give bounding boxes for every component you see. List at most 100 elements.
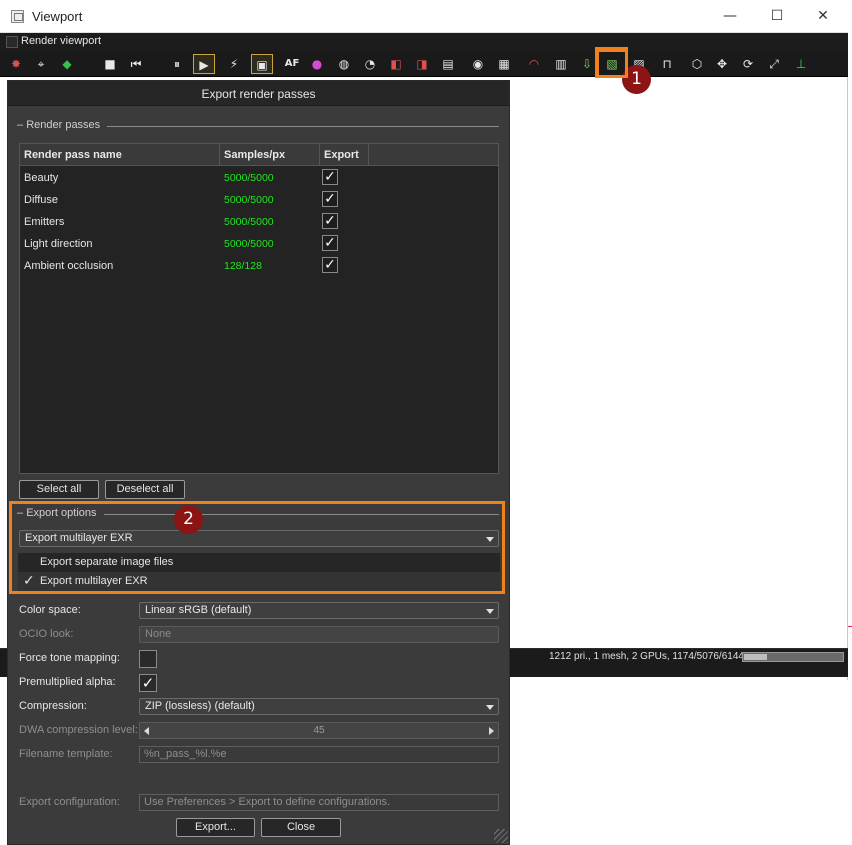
gauge-icon[interactable]: ◠ xyxy=(524,54,544,74)
export-image-icon[interactable]: ⇩ xyxy=(577,54,597,74)
app-icon xyxy=(11,10,24,23)
pass-name: Emitters xyxy=(24,216,65,228)
memory-bar xyxy=(742,652,844,662)
column-header-export[interactable]: Export xyxy=(320,144,369,166)
pass-samples: 5000/5000 xyxy=(224,216,274,228)
force-tone-mapping-checkbox[interactable] xyxy=(139,650,157,668)
pass-samples: 5000/5000 xyxy=(224,238,274,250)
option-label: Export multilayer EXR xyxy=(40,575,148,587)
pass-samples: 5000/5000 xyxy=(224,194,274,206)
flash-icon[interactable]: ⚡ xyxy=(224,54,244,74)
stop-icon[interactable]: ■ xyxy=(100,54,120,74)
export-configuration-field[interactable]: Use Preferences > Export to define confi… xyxy=(139,794,499,811)
section-divider xyxy=(104,514,499,515)
close-window-button[interactable]: ✕ xyxy=(812,6,834,26)
pass-name: Diffuse xyxy=(24,194,59,206)
picker-icon[interactable]: ◨ xyxy=(412,54,432,74)
move-icon[interactable]: ✥ xyxy=(712,54,732,74)
pass-name: Ambient occlusion xyxy=(24,260,114,272)
resize-grip-icon[interactable] xyxy=(494,829,508,843)
compression-select[interactable]: ZIP (lossless) (default) xyxy=(139,698,499,715)
restart-icon[interactable]: ⏮ xyxy=(126,54,146,74)
dropdown-option-multilayer[interactable]: ✓ Export multilayer EXR xyxy=(18,572,500,591)
export-mode-select[interactable]: Export multilayer EXR xyxy=(19,530,499,547)
pass-name: Light direction xyxy=(24,238,93,250)
region-icon[interactable]: ◧ xyxy=(386,54,406,74)
export-render-passes-dialog: Export render passes – Render passes Ren… xyxy=(7,80,510,845)
rotate-icon[interactable]: ⟳ xyxy=(738,54,758,74)
color-space-select[interactable]: Linear sRGB (default) xyxy=(139,602,499,619)
section-divider xyxy=(107,126,499,127)
export-checkbox[interactable]: ✓ xyxy=(322,235,338,251)
table-row[interactable]: Beauty 5000/5000 ✓ xyxy=(20,167,498,189)
annotation-badge-2: 2 xyxy=(174,505,203,534)
af-icon[interactable]: AF xyxy=(282,54,302,74)
color-wheel-icon[interactable]: ● xyxy=(307,54,327,74)
export-configuration-label: Export configuration: xyxy=(19,796,120,808)
render-passes-heading-text: Render passes xyxy=(26,119,101,131)
pass-name: Beauty xyxy=(24,172,59,184)
film-icon[interactable]: ▤ xyxy=(438,54,458,74)
window-title: Viewport xyxy=(32,9,83,24)
filename-template-field[interactable]: %n_pass_%l.%e xyxy=(139,746,499,763)
chevron-down-icon xyxy=(486,705,494,710)
compression-label: Compression: xyxy=(19,700,87,712)
render-toolbar: ✸ ⌖ ◆ ■ ⏮ ⏸ ▶ ⚡ ▣ AF ● ◍ ◔ ◧ ◨ ▤ ◉ ▦ ◠ ▥… xyxy=(0,49,848,79)
lock-icon[interactable]: ⊓ xyxy=(657,54,677,74)
copy-icon[interactable]: ▥ xyxy=(551,54,571,74)
export-checkbox[interactable]: ✓ xyxy=(322,213,338,229)
render-viewport[interactable] xyxy=(510,78,847,648)
pause-icon[interactable]: ⏸ xyxy=(167,54,187,74)
dropdown-option-separate[interactable]: Export separate image files xyxy=(18,553,500,572)
table-row[interactable]: Emitters 5000/5000 ✓ xyxy=(20,211,498,233)
option-label: Export separate image files xyxy=(40,556,174,568)
red-divider xyxy=(848,626,852,630)
fit-icon[interactable]: ⤢ xyxy=(764,54,784,74)
title-bar: Viewport — ☐ ✕ xyxy=(0,0,848,33)
screenshot-root: Viewport — ☐ ✕ Render viewport ✸ ⌖ ◆ ■ ⏮… xyxy=(0,0,852,845)
compression-value: ZIP (lossless) (default) xyxy=(145,700,255,712)
table-row[interactable]: Diffuse 5000/5000 ✓ xyxy=(20,189,498,211)
table-row[interactable]: Light direction 5000/5000 ✓ xyxy=(20,233,498,255)
screen-icon[interactable]: ▣ xyxy=(251,54,273,74)
ocio-look-select[interactable]: None xyxy=(139,626,499,643)
pass-samples: 5000/5000 xyxy=(224,172,274,184)
column-header-name[interactable]: Render pass name xyxy=(20,144,220,166)
chevron-down-icon xyxy=(486,609,494,614)
cube-color-icon[interactable]: ◆ xyxy=(57,54,77,74)
arrow-right-icon[interactable] xyxy=(489,727,494,735)
export-checkbox[interactable]: ✓ xyxy=(322,257,338,273)
ocio-look-label: OCIO look: xyxy=(19,628,74,640)
deselect-all-button[interactable]: Deselect all xyxy=(105,480,185,499)
sphere-icon[interactable]: ◍ xyxy=(334,54,354,74)
render-passes-heading: – Render passes xyxy=(17,119,101,131)
render-viewport-label: Render viewport xyxy=(21,35,102,47)
premultiplied-alpha-label: Premultiplied alpha: xyxy=(19,676,116,688)
column-header-samples[interactable]: Samples/px xyxy=(220,144,320,166)
stop-render-icon[interactable]: ✸ xyxy=(6,54,26,74)
render-viewport-checkbox[interactable] xyxy=(6,36,18,48)
select-all-button[interactable]: Select all xyxy=(19,480,99,499)
camera-cube-icon[interactable]: ⬡ xyxy=(687,54,707,74)
close-button[interactable]: Close xyxy=(261,818,341,837)
force-tone-mapping-label: Force tone mapping: xyxy=(19,652,120,664)
export-button[interactable]: Export... xyxy=(176,818,255,837)
export-passes-highlight xyxy=(595,47,628,78)
reset-camera-icon[interactable]: ⌖ xyxy=(31,54,51,74)
chevron-down-icon xyxy=(486,537,494,542)
arrow-left-icon[interactable] xyxy=(144,727,149,735)
table-row[interactable]: Ambient occlusion 128/128 ✓ xyxy=(20,255,498,277)
export-checkbox[interactable]: ✓ xyxy=(322,191,338,207)
dwa-compression-slider[interactable]: 45 xyxy=(139,722,499,739)
light-icon[interactable]: ◔ xyxy=(360,54,380,74)
start-icon[interactable]: ▶ xyxy=(193,54,215,74)
axis-icon[interactable]: ⊥ xyxy=(791,54,811,74)
minimize-button[interactable]: — xyxy=(719,6,741,26)
export-checkbox[interactable]: ✓ xyxy=(322,169,338,185)
export-mode-value: Export multilayer EXR xyxy=(25,532,133,544)
maximize-button[interactable]: ☐ xyxy=(766,6,788,26)
premultiplied-alpha-checkbox[interactable]: ✓ xyxy=(139,674,157,692)
zoom-icon[interactable]: ◉ xyxy=(468,54,488,74)
pass-samples: 128/128 xyxy=(224,260,262,272)
grid-icon[interactable]: ▦ xyxy=(494,54,514,74)
